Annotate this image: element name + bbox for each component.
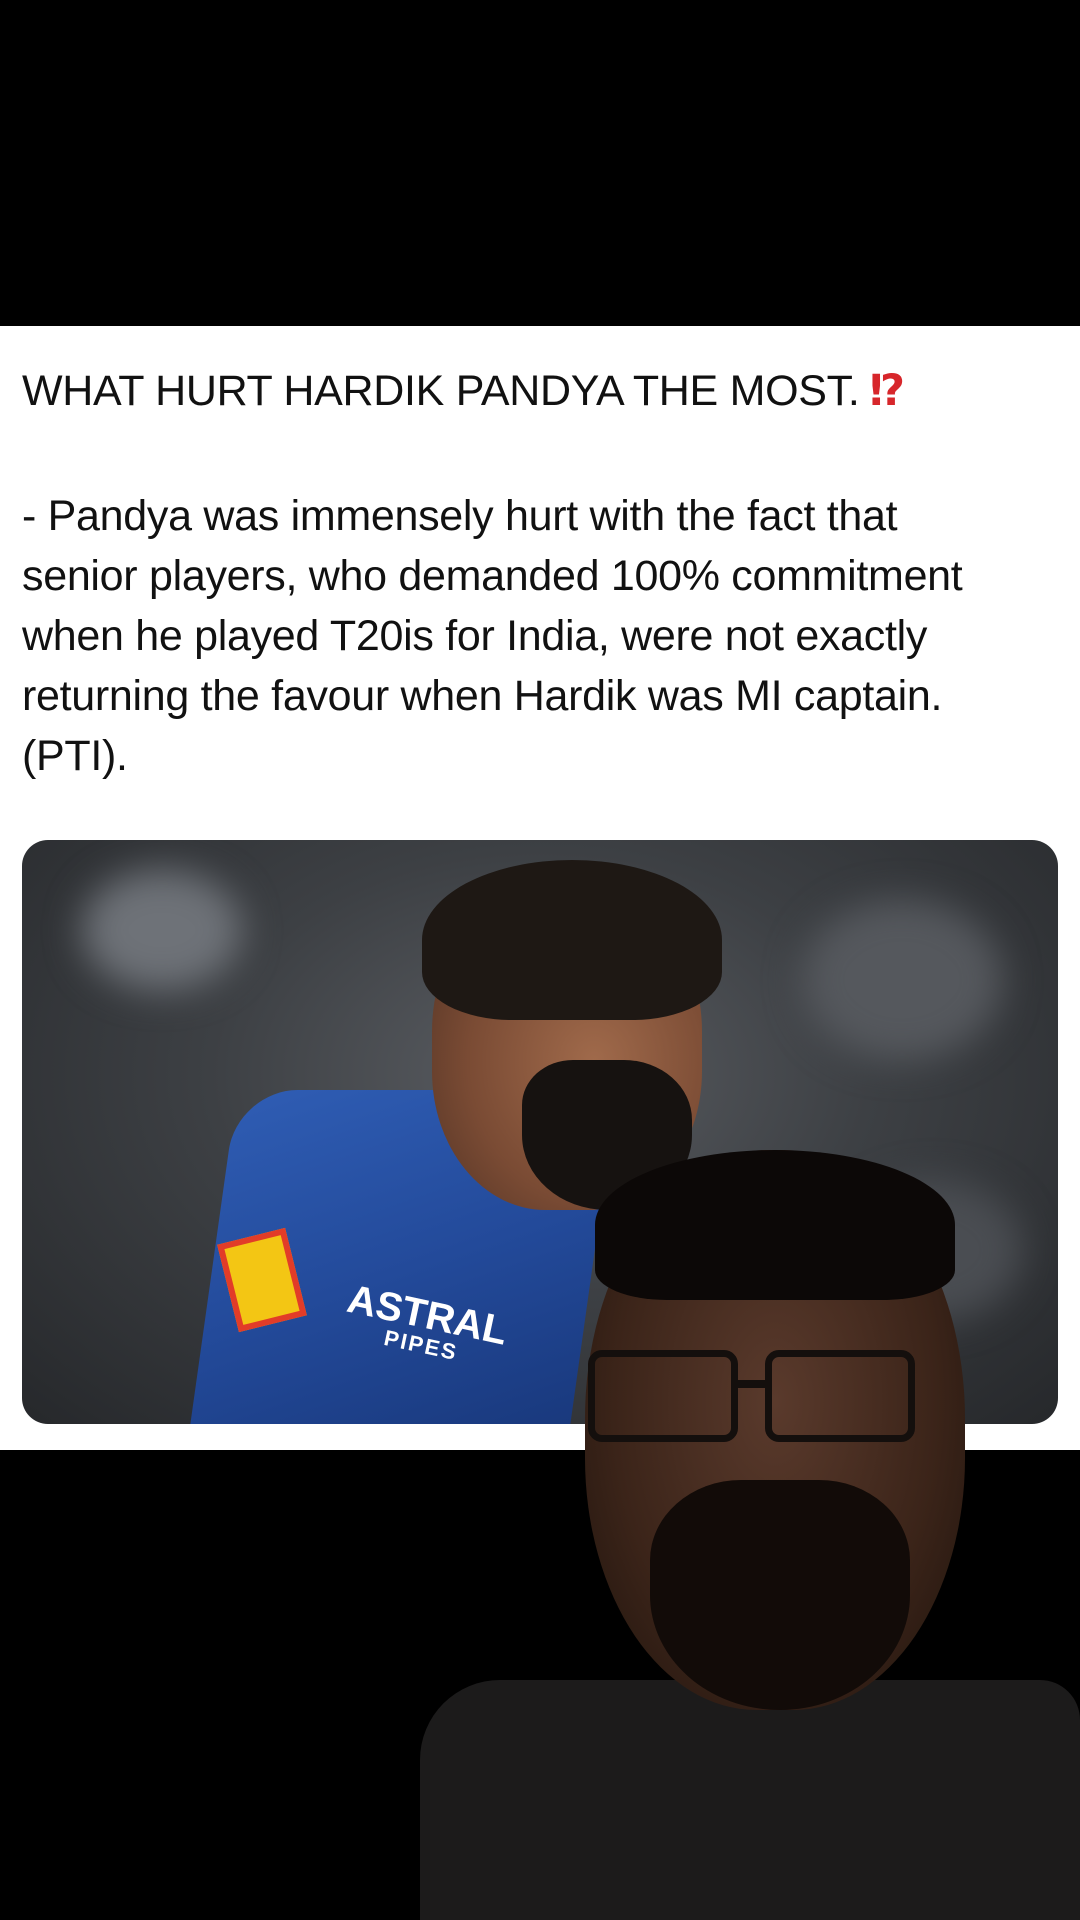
post-image[interactable]: ASTRAL PIPES bbox=[22, 840, 1058, 1424]
post-body: - Pandya was immensely hurt with the fac… bbox=[22, 486, 1062, 786]
bottom-black-band bbox=[0, 1450, 1080, 1920]
post-title: WHAT HURT HARDIK PANDYA THE MOST. ⁉ bbox=[22, 366, 1052, 418]
background-blur bbox=[82, 870, 242, 990]
post-body-line: - Pandya was immensely hurt with the fac… bbox=[22, 492, 898, 540]
exclamation-question-icon: ⁉ bbox=[869, 367, 905, 415]
post-body-line: (PTI). bbox=[22, 732, 128, 780]
post-body-line: returning the favour when Hardik was MI … bbox=[22, 672, 943, 720]
post-body-line: when he played T20is for India, were not… bbox=[22, 612, 928, 660]
player-hair bbox=[422, 860, 722, 1020]
top-black-band bbox=[0, 0, 1080, 326]
player-beard bbox=[522, 1060, 692, 1210]
background-blur bbox=[802, 900, 1002, 1060]
post-body-line: senior players, who demanded 100% commit… bbox=[22, 552, 963, 600]
screen: WHAT HURT HARDIK PANDYA THE MOST. ⁉ - Pan… bbox=[0, 0, 1080, 1920]
post-card: WHAT HURT HARDIK PANDYA THE MOST. ⁉ - Pan… bbox=[0, 326, 1080, 1450]
background-blur bbox=[842, 1180, 1022, 1320]
post-title-text: WHAT HURT HARDIK PANDYA THE MOST. bbox=[22, 367, 860, 415]
